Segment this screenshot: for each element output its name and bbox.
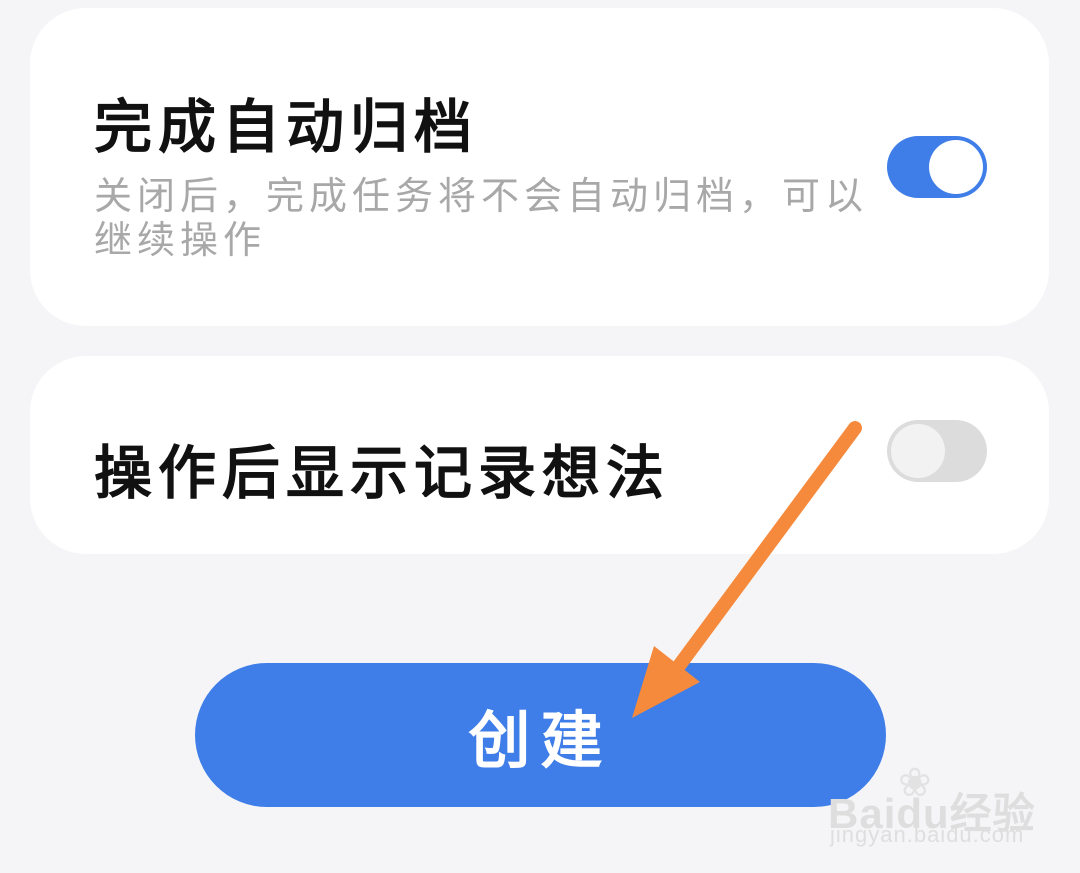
auto-archive-toggle[interactable] — [887, 136, 987, 198]
create-button[interactable]: 创建 — [195, 663, 886, 807]
show-thoughts-card: 操作后显示记录想法 — [30, 356, 1049, 554]
auto-archive-title: 完成自动归档 — [94, 93, 479, 161]
baidu-watermark: ❀ Baidu经验 jingyan.baidu.com — [828, 760, 1035, 855]
toggle-knob — [929, 140, 983, 194]
auto-archive-description: 关闭后，完成任务将不会自动归档，可以继续操作 — [94, 174, 869, 262]
show-thoughts-title: 操作后显示记录想法 — [94, 439, 671, 507]
toggle-knob — [891, 424, 945, 478]
show-thoughts-toggle[interactable] — [887, 420, 987, 482]
auto-archive-card: 完成自动归档 关闭后，完成任务将不会自动归档，可以继续操作 — [30, 8, 1049, 326]
watermark-url: jingyan.baidu.com — [830, 822, 1025, 847]
